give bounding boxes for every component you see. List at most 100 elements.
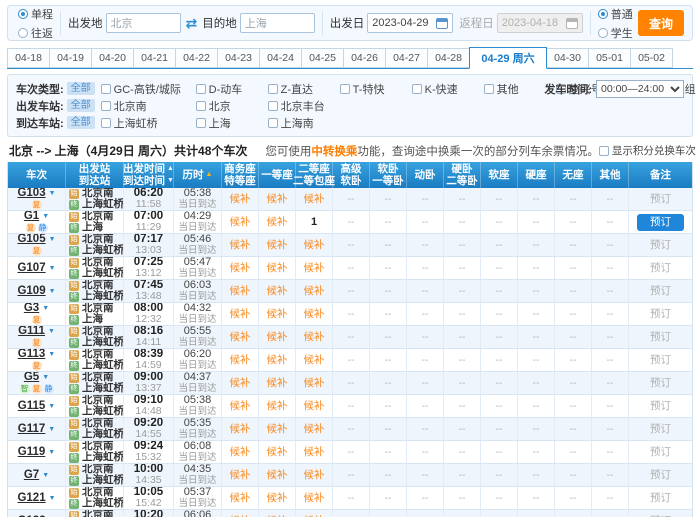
filter-option[interactable]: T-特快: [340, 81, 412, 97]
checkbox-icon[interactable]: [196, 101, 206, 111]
column-header[interactable]: 软卧一等卧: [370, 162, 407, 188]
filter-option[interactable]: 北京丰台: [268, 98, 340, 114]
filter-option[interactable]: 上海南: [268, 115, 340, 131]
train-link[interactable]: G111: [18, 326, 45, 337]
column-header[interactable]: 历时▲: [174, 162, 222, 188]
checkbox-icon[interactable]: [101, 118, 111, 128]
column-header[interactable]: 出发站到达站: [66, 162, 124, 188]
checkbox-icon[interactable]: [412, 84, 422, 94]
expand-caret-icon[interactable]: ▼: [49, 263, 56, 274]
train-link[interactable]: G107: [17, 263, 45, 274]
radio-student[interactable]: 学生: [598, 25, 633, 41]
filter-option[interactable]: 上海: [196, 115, 268, 131]
column-header[interactable]: 二等座二等包座: [296, 162, 333, 188]
column-header[interactable]: 出发时间▲到达时间▼: [124, 162, 174, 188]
date-tab-05-01[interactable]: 05-01: [588, 48, 631, 68]
date-tab-04-25[interactable]: 04-25: [301, 48, 344, 68]
expand-caret-icon[interactable]: ▼: [48, 447, 55, 458]
filter-option[interactable]: GC-高铁/城际: [101, 81, 196, 97]
calendar-icon[interactable]: [436, 18, 448, 29]
expand-caret-icon[interactable]: ▼: [48, 349, 55, 360]
from-input[interactable]: 北京: [106, 13, 181, 33]
expand-caret-icon[interactable]: ▼: [48, 424, 55, 435]
checkbox-icon[interactable]: [268, 84, 278, 94]
date-tab-04-30[interactable]: 04-30: [546, 48, 589, 68]
filter-option[interactable]: K-快速: [412, 81, 484, 97]
train-link[interactable]: G7: [24, 470, 39, 481]
train-link[interactable]: G121: [17, 493, 45, 504]
sort-asc-icon[interactable]: ▲: [167, 163, 174, 175]
column-header[interactable]: 商务座特等座: [222, 162, 259, 188]
sort-desc-icon[interactable]: ▼: [167, 175, 174, 187]
filter-option[interactable]: 北京南: [101, 98, 196, 114]
train-link[interactable]: G103: [17, 188, 45, 199]
train-link[interactable]: G119: [18, 447, 46, 458]
expand-caret-icon[interactable]: ▼: [48, 326, 55, 337]
expand-caret-icon[interactable]: ▼: [48, 401, 55, 412]
filter-all-badge[interactable]: 全部: [67, 82, 95, 95]
expand-caret-icon[interactable]: ▼: [49, 493, 56, 504]
column-header[interactable]: 其他: [592, 162, 629, 188]
to-input[interactable]: 上海: [240, 13, 315, 33]
expand-caret-icon[interactable]: ▼: [42, 372, 49, 383]
display-option[interactable]: 显示积分兑换车次: [599, 143, 696, 158]
column-header[interactable]: 硬卧二等卧: [444, 162, 481, 188]
checkbox-icon[interactable]: [101, 84, 111, 94]
train-link[interactable]: G117: [18, 424, 46, 435]
book-button[interactable]: 预订: [637, 214, 684, 231]
depart-time-select[interactable]: 00:00—24:00: [596, 80, 684, 98]
checkbox-icon[interactable]: [196, 84, 206, 94]
column-header[interactable]: 一等座: [259, 162, 296, 188]
column-header[interactable]: 车次: [8, 162, 66, 188]
sort-asc-icon[interactable]: ▲: [206, 169, 213, 181]
checkbox-icon[interactable]: [268, 118, 278, 128]
expand-caret-icon[interactable]: ▼: [42, 470, 49, 481]
expand-caret-icon[interactable]: ▼: [49, 234, 56, 245]
filter-option[interactable]: 上海虹桥: [101, 115, 196, 131]
checkbox-icon[interactable]: [340, 84, 350, 94]
date-tab-04-21[interactable]: 04-21: [133, 48, 176, 68]
expand-caret-icon[interactable]: ▼: [42, 303, 49, 314]
column-header[interactable]: 软座: [481, 162, 518, 188]
checkbox-icon[interactable]: [484, 84, 494, 94]
date-tab-04-18[interactable]: 04-18: [7, 48, 50, 68]
train-link[interactable]: G109: [17, 286, 45, 297]
date-tab-04-24[interactable]: 04-24: [259, 48, 302, 68]
date-tab-05-02[interactable]: 05-02: [630, 48, 673, 68]
date-tab-04-29[interactable]: 04-29 周六: [469, 47, 547, 69]
column-header[interactable]: 动卧: [407, 162, 444, 188]
expand-caret-icon[interactable]: ▼: [49, 188, 56, 199]
date-tab-04-19[interactable]: 04-19: [49, 48, 92, 68]
column-header[interactable]: 硬座: [518, 162, 555, 188]
checkbox-icon[interactable]: [268, 101, 278, 111]
radio-one-way[interactable]: 单程: [18, 6, 53, 22]
checkbox-icon[interactable]: [599, 146, 609, 156]
filter-option[interactable]: Z-直达: [268, 81, 340, 97]
transfer-link[interactable]: 中转换乘: [311, 146, 357, 158]
date-tab-04-26[interactable]: 04-26: [343, 48, 386, 68]
train-link[interactable]: G3: [24, 303, 39, 314]
train-link[interactable]: G1: [24, 211, 39, 222]
date-tab-04-27[interactable]: 04-27: [385, 48, 428, 68]
column-header[interactable]: 高级软卧: [333, 162, 370, 188]
search-button[interactable]: 查询: [638, 10, 684, 36]
radio-round-trip[interactable]: 往返: [18, 25, 53, 41]
train-link[interactable]: G113: [18, 349, 46, 360]
train-link[interactable]: G105: [17, 234, 45, 245]
column-header[interactable]: 无座: [555, 162, 592, 188]
checkbox-icon[interactable]: [101, 101, 111, 111]
swap-stations-icon[interactable]: ⇄: [186, 15, 198, 32]
filter-all-badge[interactable]: 全部: [67, 99, 95, 112]
filter-option[interactable]: D-动车: [196, 81, 268, 97]
date-tab-04-22[interactable]: 04-22: [175, 48, 218, 68]
date-tab-04-20[interactable]: 04-20: [91, 48, 134, 68]
train-link[interactable]: G115: [18, 401, 46, 412]
radio-adult[interactable]: 普通: [598, 6, 633, 22]
date-tab-04-23[interactable]: 04-23: [217, 48, 260, 68]
train-link[interactable]: G5: [24, 372, 39, 383]
column-header[interactable]: 备注: [629, 162, 692, 188]
depart-date-input[interactable]: 2023-04-29: [367, 13, 453, 33]
date-tab-04-28[interactable]: 04-28: [427, 48, 470, 68]
expand-caret-icon[interactable]: ▼: [42, 211, 49, 222]
expand-caret-icon[interactable]: ▼: [49, 286, 56, 297]
